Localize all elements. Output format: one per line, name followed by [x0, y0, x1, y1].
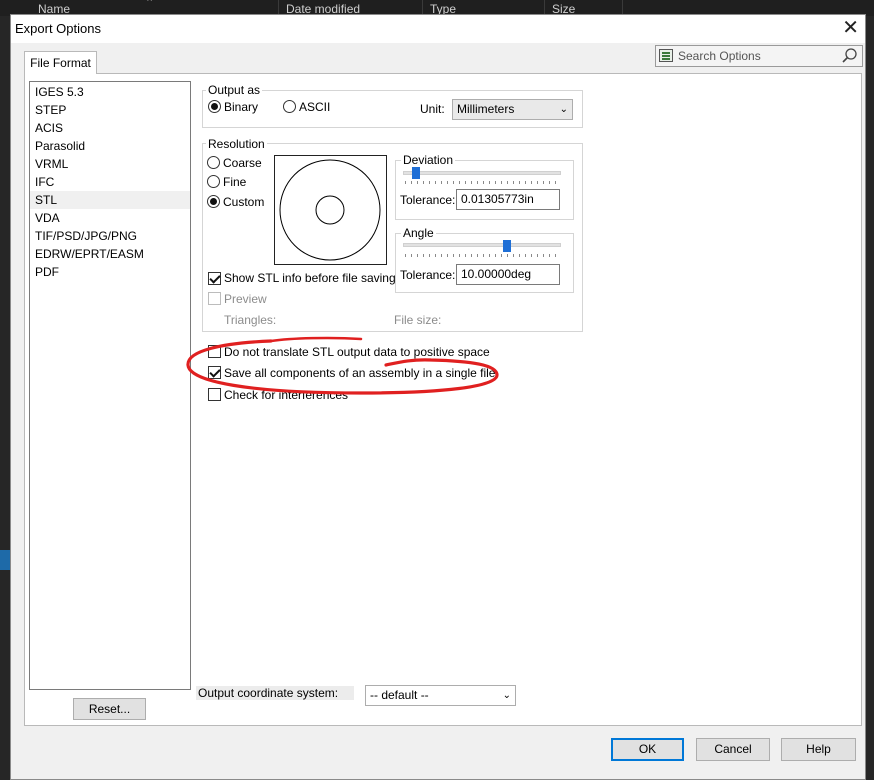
resolution-label: Resolution [206, 137, 267, 151]
format-list[interactable]: IGES 5.3 STEP ACIS Parasolid VRML IFC ST… [29, 81, 191, 690]
options-list-icon [659, 49, 673, 62]
deviation-label: Deviation [401, 153, 456, 167]
format-item-tif-psd-jpg-png[interactable]: TIF/PSD/JPG/PNG [30, 227, 190, 245]
coarse-radio[interactable] [207, 156, 220, 169]
custom-label[interactable]: Custom [223, 195, 264, 209]
output-as-label: Output as [206, 83, 263, 97]
format-item-parasolid[interactable]: Parasolid [30, 137, 190, 155]
cancel-button[interactable]: Cancel [696, 738, 770, 761]
custom-radio[interactable] [207, 195, 220, 208]
format-item-vrml[interactable]: VRML [30, 155, 190, 173]
help-button[interactable]: Help [781, 738, 856, 761]
unit-value: Millimeters [457, 102, 515, 116]
dialog-title: Export Options [15, 21, 101, 36]
format-item-ifc[interactable]: IFC [30, 173, 190, 191]
resolution-preview-image [274, 155, 387, 265]
unit-select[interactable]: Millimeters ⌄ [452, 99, 573, 120]
unit-label: Unit: [420, 102, 445, 116]
title-bar: Export Options ✕ [11, 15, 865, 43]
background-right-strip [866, 16, 874, 780]
format-item-acis[interactable]: ACIS [30, 119, 190, 137]
deviation-tolerance-label: Tolerance: [400, 193, 456, 207]
output-coordinate-system-label: Output coordinate system: [196, 686, 354, 700]
coarse-label[interactable]: Coarse [223, 156, 262, 170]
background-selection-strip [0, 550, 10, 570]
coordinate-system-select[interactable]: -- default -- ⌄ [365, 685, 516, 706]
sort-chevron-icon: ⌃ [145, 0, 155, 9]
export-options-dialog: Export Options ✕ Search Options File For… [10, 14, 866, 780]
format-item-step[interactable]: STEP [30, 101, 190, 119]
fine-radio[interactable] [207, 175, 220, 188]
close-icon[interactable]: ✕ [842, 17, 859, 39]
chevron-down-icon: ⌄ [559, 104, 568, 115]
show-stl-info-checkbox[interactable] [208, 272, 221, 285]
ok-button[interactable]: OK [611, 738, 684, 761]
chevron-down-icon: ⌄ [502, 690, 511, 701]
search-icon[interactable] [841, 47, 859, 68]
angle-label: Angle [401, 226, 436, 240]
file-size-label: File size: [394, 313, 442, 327]
format-item-pdf[interactable]: PDF [30, 263, 190, 281]
angle-slider-ticks [405, 254, 561, 257]
deviation-slider-ticks [405, 181, 561, 184]
triangles-label: Triangles: [224, 313, 277, 327]
deviation-slider-track[interactable] [403, 171, 561, 175]
binary-radio[interactable] [208, 100, 221, 113]
deviation-tolerance-input[interactable]: 0.01305773in [456, 189, 560, 210]
fine-label[interactable]: Fine [223, 175, 246, 189]
tab-file-format[interactable]: File Format [24, 51, 97, 74]
format-item-edrw[interactable]: EDRW/EPRT/EASM [30, 245, 190, 263]
show-stl-info-label[interactable]: Show STL info before file saving [224, 271, 396, 285]
ascii-radio[interactable] [283, 100, 296, 113]
binary-label[interactable]: Binary [224, 100, 258, 114]
format-item-vda[interactable]: VDA [30, 209, 190, 227]
reset-button[interactable]: Reset... [73, 698, 146, 720]
angle-slider-track[interactable] [403, 243, 561, 247]
angle-slider-thumb[interactable] [503, 240, 512, 252]
red-annotation-ellipse [186, 336, 499, 395]
preview-checkbox[interactable] [208, 292, 221, 305]
format-item-stl[interactable]: STL [30, 191, 190, 209]
ascii-label[interactable]: ASCII [299, 100, 330, 114]
coordinate-system-value: -- default -- [370, 688, 429, 702]
angle-tolerance-label: Tolerance: [400, 268, 456, 282]
angle-tolerance-input[interactable]: 10.00000deg [456, 264, 560, 285]
format-item-iges[interactable]: IGES 5.3 [30, 83, 190, 101]
search-placeholder: Search Options [678, 49, 761, 63]
search-options-box[interactable]: Search Options [655, 45, 863, 67]
background-left-strip [0, 16, 10, 780]
preview-label: Preview [224, 292, 267, 306]
deviation-slider-thumb[interactable] [411, 167, 420, 179]
